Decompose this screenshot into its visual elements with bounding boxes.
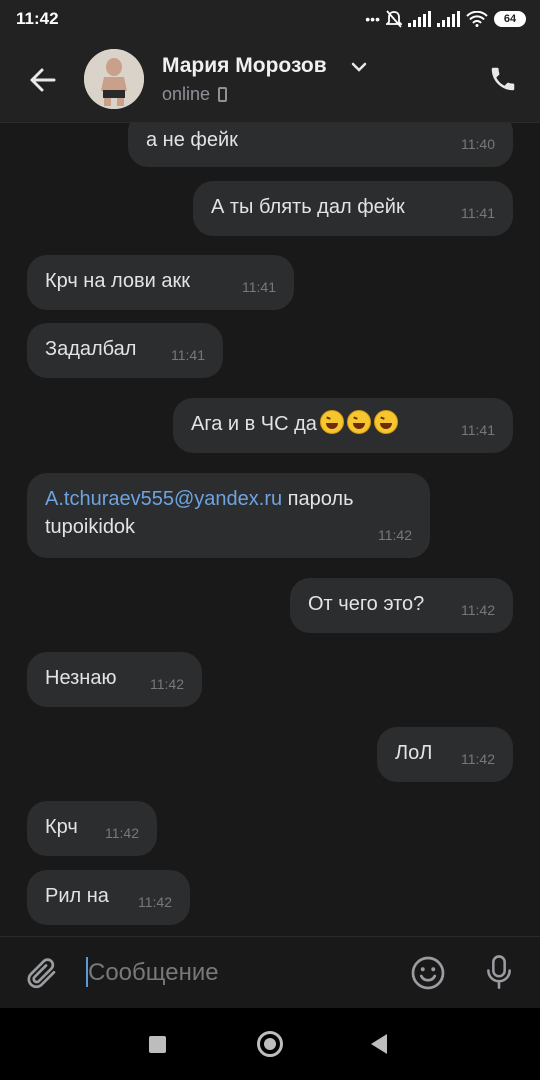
message-composer: Сообщение (0, 936, 540, 1008)
more-dots-icon: ••• (365, 11, 380, 27)
message-list[interactable]: а не фейк 11:40 А ты блять дал фейк 11:4… (0, 122, 540, 936)
message-time: 11:42 (461, 602, 495, 618)
paperclip-icon[interactable] (24, 955, 60, 991)
mobile-device-icon (218, 87, 228, 102)
message-text-after: пароль (282, 488, 354, 510)
recents-icon[interactable] (149, 1036, 166, 1053)
home-icon[interactable] (257, 1031, 283, 1057)
contact-status: online (162, 84, 228, 105)
rofl-emoji-icon (346, 410, 371, 434)
rofl-emoji-icon (319, 410, 344, 434)
message-time: 11:42 (461, 751, 495, 767)
message-bubble[interactable]: A.tchuraev555@yandex.ru пароль tupoikido… (27, 473, 430, 558)
message-bubble[interactable]: Ага и в ЧС да 11:41 (173, 398, 513, 453)
back-arrow-icon[interactable] (24, 61, 62, 99)
message-bubble[interactable]: Задалбал 11:41 (27, 323, 223, 378)
message-text: А ты блять дал фейк (211, 196, 405, 218)
status-time: 11:42 (16, 9, 59, 28)
status-icons: ••• 64 (365, 8, 526, 30)
microphone-icon[interactable] (482, 953, 516, 991)
battery-icon: 64 (494, 11, 526, 27)
message-time: 11:42 (378, 527, 412, 543)
message-bubble[interactable]: Рил на 11:42 (27, 870, 190, 925)
message-time: 11:41 (171, 347, 205, 363)
status-bar: 11:42 ••• 64 (0, 0, 540, 40)
message-input[interactable]: Сообщение (88, 959, 219, 987)
message-bubble[interactable]: ЛоЛ 11:42 (377, 727, 513, 782)
rofl-emoji-icon (373, 410, 398, 434)
message-text: Ага и в ЧС да (191, 410, 398, 438)
chevron-down-icon[interactable] (350, 60, 368, 74)
message-bubble[interactable]: Крч 11:42 (27, 801, 157, 856)
message-time: 11:41 (242, 279, 276, 295)
contact-status-text: online (162, 84, 211, 104)
nav-back-icon[interactable] (371, 1034, 387, 1054)
message-text: Рил на (45, 885, 109, 907)
email-link[interactable]: A.tchuraev555@yandex.ru (45, 488, 282, 510)
message-text: A.tchuraev555@yandex.ru пароль tupoikido… (45, 485, 354, 541)
contact-name[interactable]: Мария Морозов (162, 54, 327, 78)
message-time: 11:42 (138, 894, 172, 910)
message-bubble[interactable]: А ты блять дал фейк 11:41 (193, 181, 513, 236)
system-nav-bar (0, 1008, 540, 1080)
message-time: 11:41 (461, 422, 495, 438)
chat-header: Мария Морозов online (0, 40, 540, 122)
message-bubble[interactable]: Незнаю 11:42 (27, 652, 202, 707)
message-text-line2: tupoikidok (45, 516, 136, 538)
message-time: 11:41 (461, 205, 495, 221)
message-text: От чего это? (308, 593, 425, 615)
message-text: Крч (45, 816, 78, 838)
message-bubble[interactable]: Крч на лови акк 11:41 (27, 255, 294, 310)
smile-icon[interactable] (410, 955, 446, 991)
signal-1-icon (408, 11, 431, 27)
message-bubble[interactable]: От чего это? 11:42 (290, 578, 513, 633)
message-text: а не фейк (146, 129, 238, 151)
message-text: Незнаю (45, 667, 117, 689)
bell-off-icon (386, 10, 402, 28)
message-time: 11:42 (150, 676, 184, 692)
message-time: 11:42 (105, 825, 139, 841)
message-text: Задалбал (45, 338, 137, 360)
message-time: 11:40 (461, 136, 495, 152)
avatar[interactable] (84, 49, 144, 109)
signal-2-icon (437, 11, 460, 27)
message-text-main: Ага и в ЧС да (191, 413, 317, 435)
message-text: ЛоЛ (395, 742, 433, 764)
message-bubble[interactable]: а не фейк 11:40 (128, 122, 513, 167)
wifi-icon (466, 11, 488, 27)
message-text: Крч на лови акк (45, 270, 191, 292)
phone-icon[interactable] (488, 64, 518, 94)
